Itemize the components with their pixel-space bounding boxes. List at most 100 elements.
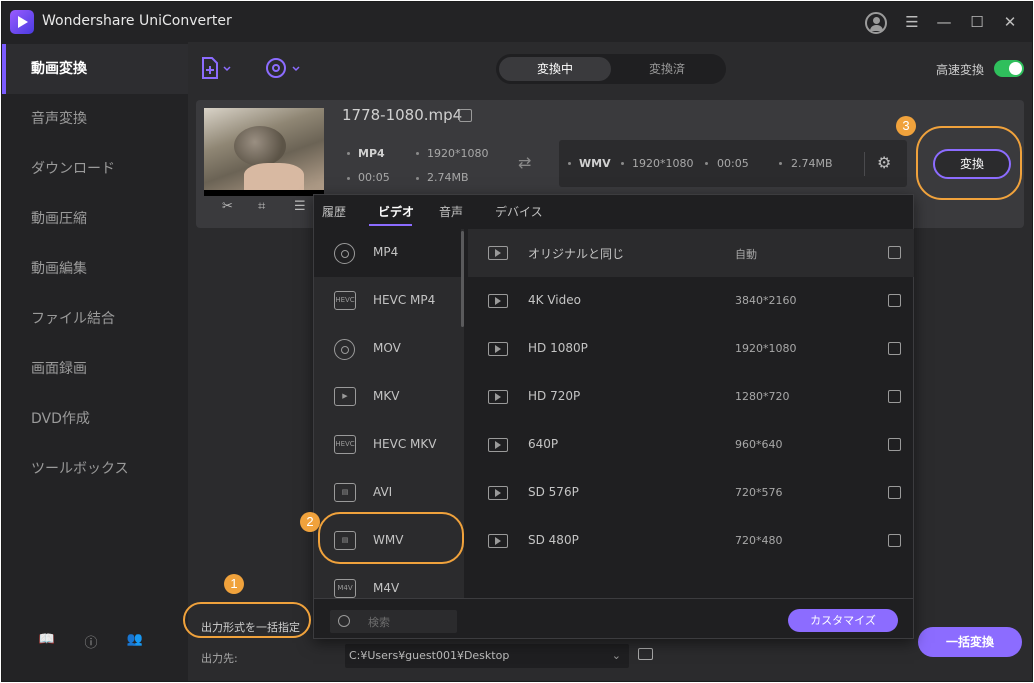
resolution-row[interactable]: SD 480P 720*480 (468, 517, 914, 565)
format-item-hevc-mkv[interactable]: HEVC HEVC MKV (314, 421, 461, 469)
resolution-name: 4K Video (528, 293, 581, 307)
target-settings[interactable]: WMV 1920*1080 00:05 2.74MB ⚙ (559, 140, 907, 187)
search-placeholder: 検索 (368, 616, 390, 629)
video-icon (488, 294, 508, 308)
sidebar-item-compress[interactable]: 動画圧縮 (2, 194, 188, 244)
video-thumbnail[interactable] (204, 108, 324, 190)
video-icon (488, 486, 508, 500)
format-item-mp4[interactable]: MP4 (314, 229, 461, 277)
edit-icon[interactable] (888, 534, 901, 547)
annotation-ring-wmv (318, 512, 464, 564)
video-icon (488, 534, 508, 548)
meta-dot (621, 162, 624, 165)
hevc-icon: HEVC (334, 435, 356, 454)
popup-tab-device[interactable]: デバイス (495, 203, 543, 220)
output-path-select[interactable]: C:¥Users¥guest001¥Desktop ⌄ (345, 644, 629, 668)
annotation-ring-output-format (183, 602, 311, 638)
batch-convert-button[interactable]: 一括変換 (918, 627, 1022, 657)
close-icon[interactable]: ✕ (999, 12, 1021, 34)
help-icon[interactable]: ⓘ (82, 632, 100, 651)
tab-converted[interactable]: 変換済 (611, 57, 723, 81)
format-label: M4V (373, 581, 400, 595)
resolution-value: 960*640 (735, 438, 783, 451)
guide-book-icon[interactable]: 📖 (38, 632, 56, 650)
sidebar-item-video-convert[interactable]: 動画変換 (2, 44, 188, 94)
resolution-row[interactable]: 4K Video 3840*2160 (468, 277, 914, 325)
resolution-value: 1920*1080 (735, 342, 797, 355)
edit-icon[interactable] (888, 438, 901, 451)
sidebar-item-edit[interactable]: 動画編集 (2, 244, 188, 294)
resolution-row[interactable]: 640P 960*640 (468, 421, 914, 469)
sidebar-item-dvd[interactable]: DVD作成 (2, 394, 188, 444)
app-logo-icon (10, 10, 34, 34)
format-item-mkv[interactable]: ▶ MKV (314, 373, 461, 421)
source-size: 2.74MB (427, 171, 469, 184)
popup-tab-history[interactable]: 履歴 (322, 203, 346, 220)
edit-icon[interactable] (888, 246, 901, 259)
format-item-avi[interactable]: ▤ AVI (314, 469, 461, 517)
disc-icon (334, 339, 355, 360)
source-duration: 00:05 (358, 171, 390, 184)
active-tab-underline (369, 224, 412, 226)
scissors-icon[interactable]: ✂ (222, 199, 233, 214)
meta-dot (705, 162, 708, 165)
clapper-icon: ▤ (334, 483, 356, 502)
resolution-row[interactable]: オリジナルと同じ 自動 (468, 229, 914, 277)
edit-icon[interactable] (888, 294, 901, 307)
resolution-row[interactable]: HD 720P 1280*720 (468, 373, 914, 421)
minimize-icon[interactable]: — (933, 12, 955, 34)
crop-icon[interactable]: ⌗ (258, 199, 265, 214)
sidebar-item-record[interactable]: 画面録画 (2, 344, 188, 394)
effects-icon[interactable]: ☰ (294, 199, 306, 214)
format-popup: 履歴 ビデオ 音声 デバイス MP4 HEVC HEVC MP4 MOV ▶ M… (313, 194, 914, 639)
format-list-scrollbar[interactable] (461, 231, 464, 327)
maximize-icon[interactable]: ☐ (966, 12, 988, 34)
resolution-row[interactable]: SD 576P 720*576 (468, 469, 914, 517)
format-label: AVI (373, 485, 393, 499)
users-icon[interactable]: 👥 (126, 632, 144, 650)
settings-gear-icon[interactable]: ⚙ (877, 153, 891, 172)
search-input[interactable]: 検索 (330, 610, 457, 633)
format-label: MOV (373, 341, 401, 355)
popup-footer: 検索 カスタマイズ (314, 598, 913, 638)
resolution-name: オリジナルと同じ (528, 247, 625, 261)
m4v-icon: M4V (334, 579, 356, 598)
menu-icon[interactable]: ☰ (901, 12, 923, 34)
popup-tab-audio[interactable]: 音声 (439, 203, 463, 220)
video-icon (488, 438, 508, 452)
customize-button[interactable]: カスタマイズ (788, 609, 898, 632)
edit-icon[interactable] (888, 486, 901, 499)
add-file-icon[interactable] (200, 56, 232, 82)
sidebar-item-toolbox[interactable]: ツールボックス (2, 444, 188, 494)
format-label: HEVC MP4 (373, 293, 436, 307)
meta-dot (568, 162, 571, 165)
add-disc-icon[interactable] (265, 56, 305, 82)
search-icon (338, 615, 350, 627)
folder-icon[interactable] (638, 648, 653, 660)
output-path-value: C:¥Users¥guest001¥Desktop (349, 649, 510, 662)
format-item-mov[interactable]: MOV (314, 325, 461, 373)
popup-tab-video[interactable]: ビデオ (378, 203, 414, 220)
tab-converting[interactable]: 変換中 (499, 57, 611, 81)
rename-icon[interactable] (459, 109, 472, 122)
account-icon[interactable] (865, 12, 887, 34)
video-icon (488, 342, 508, 356)
output-destination-label: 出力先: (201, 652, 238, 665)
thumbnail-bar (204, 190, 324, 196)
format-label: HEVC MKV (373, 437, 437, 451)
sidebar-item-merge[interactable]: ファイル結合 (2, 294, 188, 344)
format-item-hevc-mp4[interactable]: HEVC HEVC MP4 (314, 277, 461, 325)
sidebar-item-audio-convert[interactable]: 音声変換 (2, 94, 188, 144)
fast-convert-toggle[interactable] (994, 60, 1024, 77)
edit-icon[interactable] (888, 390, 901, 403)
meta-dot (779, 162, 782, 165)
sidebar-item-download[interactable]: ダウンロード (2, 144, 188, 194)
resolution-row[interactable]: HD 1080P 1920*1080 (468, 325, 914, 373)
sidebar: 動画変換 音声変換 ダウンロード 動画圧縮 動画編集 ファイル結合 画面録画 D… (2, 42, 188, 681)
file-name: 1778-1080.mp4 (342, 106, 463, 124)
hevc-icon: HEVC (334, 291, 356, 310)
format-item-m4v[interactable]: M4V M4V (314, 565, 461, 598)
edit-icon[interactable] (888, 342, 901, 355)
target-resolution: 1920*1080 (632, 157, 694, 170)
target-size: 2.74MB (791, 157, 833, 170)
